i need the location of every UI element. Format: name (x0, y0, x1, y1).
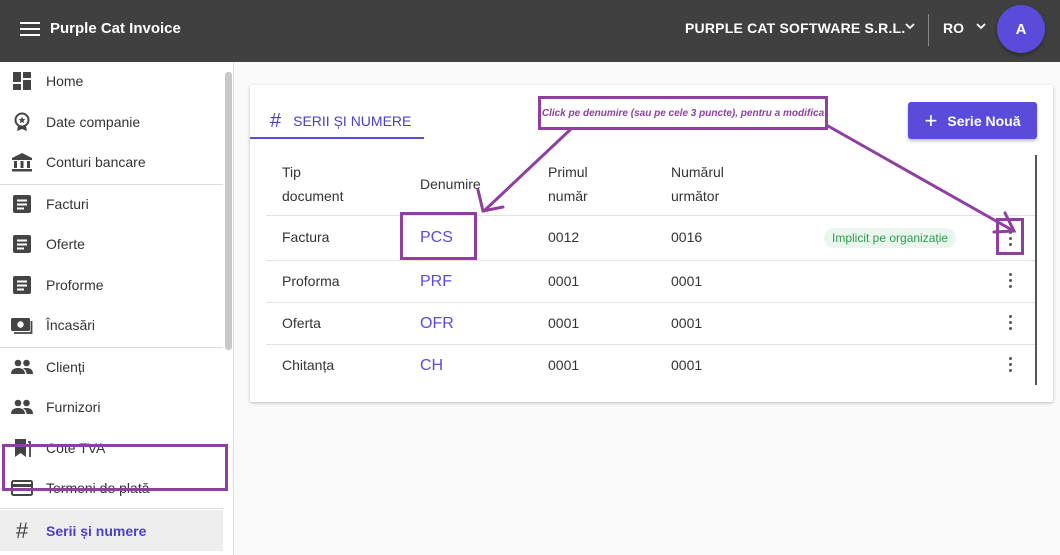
sidebar-item-label: Conturi bancare (46, 154, 146, 170)
people-icon (11, 396, 33, 418)
new-series-label: Serie Nouă (947, 112, 1021, 129)
plus-icon: + (924, 107, 938, 133)
column-header-tip-document: Tip document (282, 164, 344, 204)
table-row[interactable]: Proforma PRF 0001 0001 (266, 260, 1035, 303)
sidebar-item-date-companie[interactable]: Date companie (0, 103, 223, 141)
sidebar-item-label: Proforme (46, 277, 104, 293)
sidebar-item-conturi-bancare[interactable]: Conturi bancare (0, 143, 223, 181)
table-row[interactable]: Oferta OFR 0001 0001 (266, 302, 1035, 345)
annotation-highlight-menu (996, 218, 1024, 255)
cell-primul-numar: 0012 (548, 229, 580, 245)
sidebar-item-label: Oferte (46, 236, 85, 252)
annotation-highlight-code (400, 212, 477, 260)
series-card: # SERII ȘI NUMERE + Serie Nouă Tip docume… (250, 85, 1053, 402)
bank-icon (11, 151, 33, 173)
series-code-link[interactable]: CH (420, 357, 443, 375)
table-row[interactable]: Chitanța CH 0001 0001 (266, 344, 1035, 387)
sidebar-scrollbar[interactable] (225, 72, 232, 350)
tab-serii-si-numere[interactable]: # SERII ȘI NUMERE (250, 105, 424, 139)
cell-tip-document: Proforma (282, 273, 340, 289)
cell-primul-numar: 0001 (548, 273, 580, 289)
column-header-primul-numar: Primul număr (548, 164, 588, 204)
sidebar-item-label: Încasări (46, 317, 96, 333)
series-code-link[interactable]: PRF (420, 273, 452, 291)
cell-numarul-urmator: 0001 (671, 357, 703, 373)
sidebar-item-label: Furnizori (46, 399, 101, 415)
cell-numarul-urmator: 0001 (671, 315, 703, 331)
more-vert-icon[interactable] (1000, 351, 1020, 377)
app-title: Purple Cat Invoice (50, 20, 181, 37)
sidebar-item-incasari[interactable]: Încasări (0, 306, 223, 344)
more-vert-icon[interactable] (1000, 309, 1020, 335)
cell-numarul-urmator: 0016 (671, 229, 703, 245)
sidebar-item-proforme[interactable]: Proforme (0, 266, 223, 304)
cell-primul-numar: 0001 (548, 357, 580, 373)
chevron-down-icon[interactable] (975, 20, 987, 35)
cash-icon (11, 314, 33, 336)
cell-tip-document: Oferta (282, 315, 321, 331)
table-right-border (1035, 155, 1037, 385)
chevron-down-icon[interactable] (904, 20, 916, 35)
document-icon (11, 193, 33, 215)
sidebar-item-label: Facturi (46, 196, 89, 212)
new-series-button[interactable]: + Serie Nouă (908, 102, 1037, 139)
tab-label: SERII ȘI NUMERE (293, 113, 412, 129)
hash-icon: # (15, 517, 29, 543)
more-vert-icon[interactable] (1000, 267, 1020, 293)
sidebar-item-label: Clienți (46, 359, 85, 375)
sidebar-item-home[interactable]: Home (0, 62, 223, 100)
annotation-callout: Click pe denumire (sau pe cele 3 puncte)… (538, 96, 828, 130)
avatar[interactable]: A (997, 5, 1045, 53)
document-icon (11, 233, 33, 255)
cell-numarul-urmator: 0001 (671, 273, 703, 289)
cell-tip-document: Factura (282, 229, 330, 245)
header-divider (928, 14, 929, 46)
company-selector[interactable]: PURPLE CAT SOFTWARE S.R.L. (685, 20, 905, 36)
series-code-link[interactable]: OFR (420, 315, 454, 333)
annotation-highlight-sidebar (2, 444, 228, 491)
people-icon (11, 356, 33, 378)
cell-primul-numar: 0001 (548, 315, 580, 331)
top-app-bar: Purple Cat Invoice PURPLE CAT SOFTWARE S… (0, 0, 1060, 62)
badge-icon (11, 111, 33, 133)
menu-icon[interactable] (20, 22, 40, 38)
sidebar-item-label: Home (46, 73, 84, 89)
sidebar-item-facturi[interactable]: Facturi (0, 185, 223, 223)
language-selector[interactable]: RO (943, 20, 964, 36)
sidebar-item-serii-si-numere[interactable]: # Serii și numere (0, 510, 223, 551)
sidebar-divider (0, 508, 223, 509)
hash-icon: # (270, 109, 282, 132)
sidebar-item-clienti[interactable]: Clienți (0, 348, 223, 386)
status-badge: Implicit pe organizație (824, 228, 957, 248)
column-header-denumire: Denumire (420, 176, 481, 192)
document-icon (11, 274, 33, 296)
sidebar-item-label: Serii și numere (46, 522, 147, 539)
table-row[interactable]: Factura PCS 0012 0016 Implicit pe organi… (266, 215, 1035, 258)
column-header-numarul-urmator: Numărul următor (671, 164, 724, 204)
cell-tip-document: Chitanța (282, 357, 335, 373)
sidebar-item-furnizori[interactable]: Furnizori (0, 388, 223, 426)
sidebar-item-oferte[interactable]: Oferte (0, 225, 223, 263)
dashboard-icon (11, 70, 33, 92)
sidebar-item-label: Date companie (46, 114, 141, 130)
